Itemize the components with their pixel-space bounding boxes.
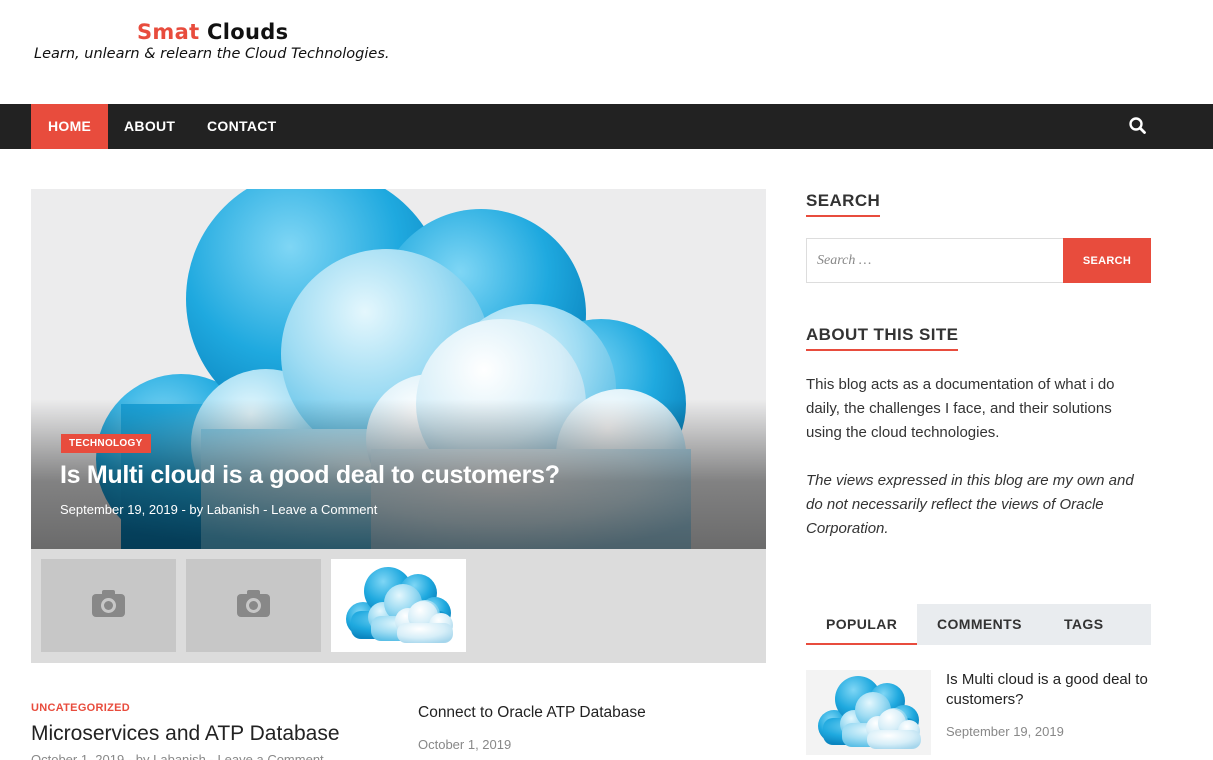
popular-post-date: September 19, 2019 (946, 724, 1064, 739)
popular-post-thumbnail[interactable] (806, 670, 931, 755)
featured-post-date[interactable]: September 19, 2019 (60, 502, 178, 517)
camera-icon (237, 590, 270, 617)
featured-post-title[interactable]: Is Multi cloud is a good deal to custome… (60, 461, 560, 490)
main-nav: HOME ABOUT CONTACT (0, 104, 1213, 149)
nav-item-about[interactable]: ABOUT (107, 104, 192, 149)
logo-title-part2: Clouds (207, 20, 289, 44)
about-widget-title: ABOUT THIS SITE (806, 325, 959, 351)
tab-tags[interactable]: TAGS (1044, 604, 1123, 645)
slider-thumb-1[interactable] (41, 559, 176, 652)
slider-thumb-2[interactable] (186, 559, 321, 652)
site-header: Smat Clouds Learn, unlearn & relearn the… (0, 0, 1213, 104)
featured-post-comments[interactable]: Leave a Comment (271, 502, 377, 517)
camera-icon (92, 590, 125, 617)
search-widget-title: SEARCH (806, 191, 881, 217)
featured-category-badge[interactable]: TECHNOLOGY (61, 434, 151, 453)
popular-post-title[interactable]: Is Multi cloud is a good deal to custome… (946, 670, 1151, 710)
tab-popular[interactable]: POPULAR (806, 604, 918, 645)
cloud-thumbnail-image (333, 561, 464, 650)
meta-separator: - (181, 502, 186, 517)
sidebar-tabs: POPULAR COMMENTS TAGS (806, 604, 1151, 645)
post-meta: October 1, 2019 - by Labanish - Leave a … (31, 752, 324, 760)
about-disclaimer: The views expressed in this blog are my … (806, 472, 1134, 537)
about-text: This blog acts as a documentation of wha… (806, 376, 1115, 441)
slider-thumbnails (31, 549, 766, 663)
tab-comments[interactable]: COMMENTS (917, 604, 1042, 645)
nav-item-contact[interactable]: CONTACT (190, 104, 294, 149)
cloud-thumbnail-image (806, 670, 931, 755)
slider-thumb-3[interactable] (331, 559, 466, 652)
meta-separator: - (263, 502, 268, 517)
site-logo[interactable]: Smat Clouds (137, 20, 288, 44)
nav-item-home[interactable]: HOME (31, 104, 109, 149)
site-tagline: Learn, unlearn & relearn the Cloud Techn… (34, 46, 390, 62)
post-title-connect-atp[interactable]: Connect to Oracle ATP Database (418, 704, 646, 722)
post-title-microservices[interactable]: Microservices and ATP Database (31, 722, 340, 746)
post-date: October 1, 2019 (418, 737, 512, 752)
featured-post-author[interactable]: by Labanish (189, 502, 259, 517)
featured-slider[interactable]: TECHNOLOGY Is Multi cloud is a good deal… (31, 189, 766, 549)
post-category-link[interactable]: UNCATEGORIZED (31, 702, 130, 714)
search-button[interactable]: SEARCH (1063, 238, 1151, 283)
search-icon[interactable] (1128, 116, 1148, 136)
featured-post-meta: September 19, 2019 - by Labanish - Leave… (60, 502, 377, 517)
logo-title-part1: Smat (137, 20, 200, 44)
search-input[interactable] (806, 238, 1064, 283)
